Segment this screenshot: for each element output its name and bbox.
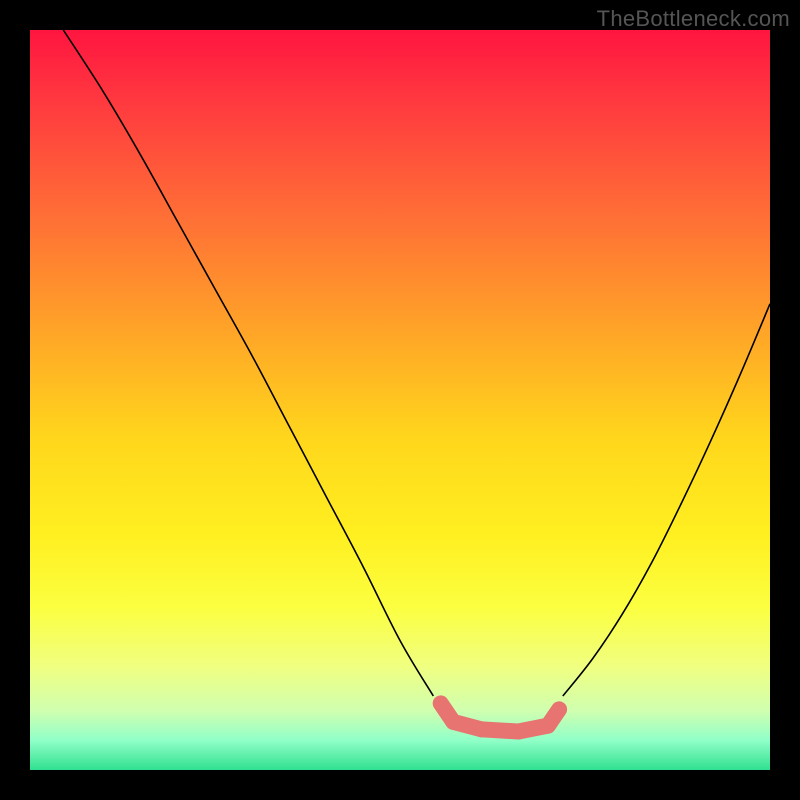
gradient-background — [30, 30, 770, 770]
marker-segment — [548, 709, 559, 725]
plot-svg — [30, 30, 770, 770]
watermark-text: TheBottleneck.com — [597, 6, 790, 32]
plot-area — [30, 30, 770, 770]
chart-root: TheBottleneck.com — [0, 0, 800, 800]
